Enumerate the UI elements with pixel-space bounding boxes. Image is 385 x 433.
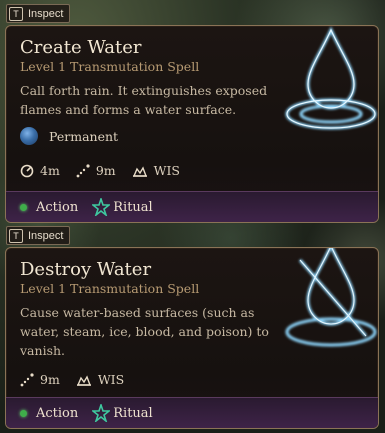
action-resource-icon: [20, 409, 27, 417]
cost-footer: Action Ritual: [6, 397, 378, 428]
saving-throw-value: WIS: [97, 372, 125, 387]
spell-title: Create Water: [20, 37, 142, 58]
saving-throw-value: WIS: [153, 163, 180, 178]
range-icon: [76, 163, 90, 177]
action-label: Action: [36, 199, 79, 215]
destroy-water-spell-icon: [285, 248, 377, 347]
ritual-label: Ritual: [113, 199, 153, 215]
spell-subtitle: Level 1 Transmutation Spell: [20, 59, 200, 74]
saving-throw-icon: [76, 374, 91, 386]
radius-icon: [20, 164, 34, 177]
inspect-hint[interactable]: T Inspect: [6, 226, 71, 245]
spell-description: Cause water-based surfaces (such as wate…: [20, 305, 269, 358]
cost-footer: Action Ritual: [6, 191, 378, 222]
inspect-label: Inspect: [28, 229, 64, 242]
inspect-key: T: [9, 6, 23, 21]
spell-subtitle: Level 1 Transmutation Spell: [20, 281, 200, 296]
create-water-spell-icon: [285, 26, 377, 130]
stats-row: 9m WIS: [20, 372, 140, 387]
spell-tooltip-destroy-water: Destroy Water Level 1 Transmutation Spel…: [5, 247, 379, 429]
duration-row: Permanent: [20, 127, 118, 145]
action-label: Action: [36, 405, 79, 421]
range-value: 9m: [40, 372, 60, 387]
saving-throw-stat: WIS: [132, 163, 180, 178]
ritual-icon: [92, 198, 111, 216]
spell-title: Destroy Water: [20, 259, 152, 280]
spell-description: Call forth rain. It extinguishes exposed…: [20, 83, 268, 117]
range-stat: 9m: [76, 163, 116, 178]
range-icon: [20, 372, 34, 386]
ritual-icon: [92, 404, 111, 422]
inspect-hint[interactable]: T Inspect: [6, 4, 71, 23]
action-resource-icon: [20, 203, 27, 211]
radius-stat: 4m: [20, 163, 60, 178]
saving-throw-stat: WIS: [76, 372, 124, 387]
spell-tooltip-create-water: Create Water Level 1 Transmutation Spell…: [5, 25, 379, 223]
stats-row: 4m 9m WIS: [20, 163, 196, 178]
saving-throw-icon: [132, 165, 147, 177]
inspect-key: T: [9, 228, 23, 243]
ritual-label: Ritual: [113, 405, 153, 421]
radius-value: 4m: [40, 163, 60, 178]
duration-label: Permanent: [49, 128, 119, 144]
range-stat: 9m: [20, 372, 60, 387]
range-value: 9m: [95, 163, 116, 178]
water-orb-icon: [20, 127, 38, 145]
inspect-label: Inspect: [28, 7, 64, 20]
